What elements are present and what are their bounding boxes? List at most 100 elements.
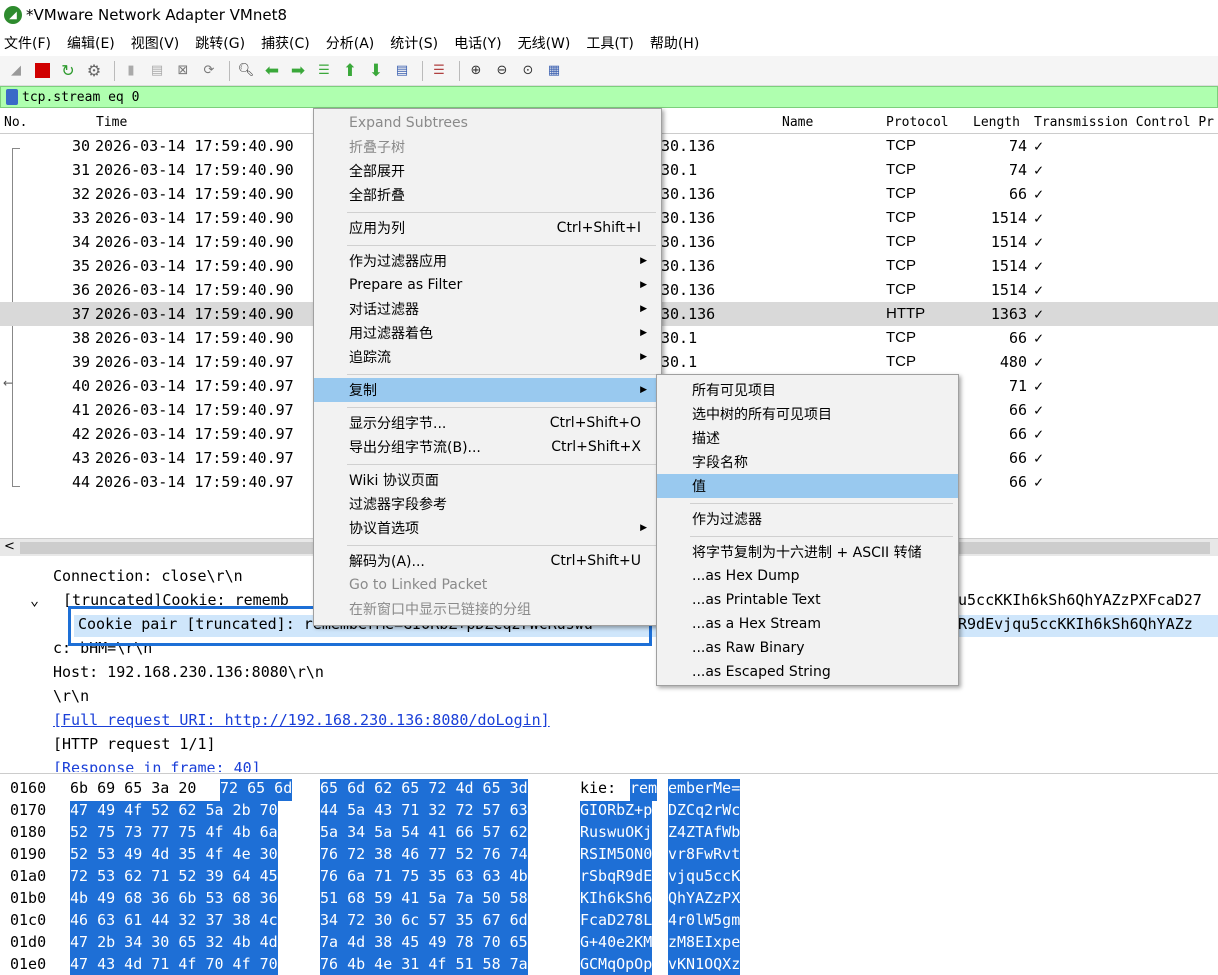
menu-item[interactable]: ...as Escaped String <box>657 660 958 684</box>
menu-file[interactable]: 文件(F) <box>4 31 51 55</box>
menu-item[interactable]: 值 <box>657 474 958 498</box>
hex-bytes-selected[interactable]: 46 63 61 44 32 37 38 4c <box>70 911 278 933</box>
hex-offset[interactable]: 0190 <box>10 845 46 867</box>
display-filter-bar[interactable]: tcp.stream eq 0 <box>0 86 1218 108</box>
menu-item[interactable]: Wiki 协议页面 <box>314 468 661 492</box>
menu-tools[interactable]: 工具(T) <box>586 31 633 55</box>
ascii-selected[interactable]: 4r0lW5gm <box>668 911 741 933</box>
menu-item[interactable]: 作为过滤器应用 ▶ <box>314 249 661 273</box>
hex-bytes-selected[interactable]: 5a 34 5a 54 41 66 57 62 <box>320 823 528 845</box>
hex-bytes-selected[interactable]: 52 75 73 77 75 4f 4b 6a <box>70 823 278 845</box>
ascii-selected[interactable]: GIORbZ+p <box>580 801 653 823</box>
display-filter-input[interactable]: tcp.stream eq 0 <box>22 90 139 105</box>
menu-item[interactable]: 导出分组字节流(B)... Ctrl+Shift+X <box>314 435 661 459</box>
ascii-selected[interactable]: QhYAZzPX <box>668 889 741 911</box>
restart-capture-icon[interactable]: ↻ <box>57 60 79 82</box>
hex-offset[interactable]: 01c0 <box>10 911 46 933</box>
go-forward-arrow-icon[interactable]: ➡ <box>287 60 309 82</box>
ascii-selected[interactable]: vjqu5ccK <box>668 867 741 889</box>
menu-item[interactable]: 过滤器字段参考 <box>314 492 661 516</box>
hex-offset[interactable]: 01e0 <box>10 955 46 975</box>
ascii-selected[interactable]: DZCq2rWc <box>668 801 741 823</box>
menu-item[interactable]: ...as a Hex Stream <box>657 612 958 636</box>
hex-offset[interactable]: 0160 <box>10 779 46 801</box>
capture-options-gear-icon[interactable]: ⚙ <box>83 60 105 82</box>
go-last-packet-icon[interactable]: ⬇ <box>365 60 387 82</box>
ascii-unselected[interactable]: kie: <box>580 779 616 801</box>
hex-offset[interactable]: 01b0 <box>10 889 46 911</box>
menu-item[interactable]: 所有可见项目 <box>657 378 958 402</box>
scroll-left-icon[interactable]: < <box>4 539 15 554</box>
menu-capture[interactable]: 捕获(C) <box>261 31 310 55</box>
hex-bytes-selected[interactable]: 4b 49 68 36 6b 53 68 36 <box>70 889 278 911</box>
menu-item[interactable]: Prepare as Filter ▶ <box>314 273 661 297</box>
auto-scroll-icon[interactable]: ▤ <box>391 60 413 82</box>
menu-item[interactable]: 追踪流 ▶ <box>314 345 661 369</box>
ascii-selected[interactable]: vr8FwRvt <box>668 845 741 867</box>
menu-item[interactable]: 对话过滤器 ▶ <box>314 297 661 321</box>
ascii-selected[interactable]: RSIM5ON0 <box>580 845 653 867</box>
menu-item[interactable]: 显示分组字节... Ctrl+Shift+O <box>314 411 661 435</box>
menu-item[interactable]: 全部折叠 <box>314 183 661 207</box>
menu-item[interactable]: 应用为列 Ctrl+Shift+I <box>314 216 661 240</box>
ascii-selected[interactable]: vKN1OQXz <box>668 955 741 975</box>
menu-edit[interactable]: 编辑(E) <box>67 31 115 55</box>
detail-response-in-link[interactable]: [Response in frame: 40] <box>53 759 261 772</box>
menu-view[interactable]: 视图(V) <box>131 31 180 55</box>
detail-host[interactable]: Host: 192.168.230.136:8080\r\n <box>53 663 324 681</box>
column-header-no[interactable]: No. <box>4 115 27 130</box>
menu-analyze[interactable]: 分析(A) <box>326 31 375 55</box>
stop-capture-icon[interactable] <box>31 60 53 82</box>
hex-offset[interactable]: 01a0 <box>10 867 46 889</box>
menu-item[interactable]: ...as Hex Dump <box>657 564 958 588</box>
reload-file-icon[interactable]: ⟳ <box>198 60 220 82</box>
hex-bytes-selected[interactable]: 72 53 62 71 52 39 64 45 <box>70 867 278 889</box>
menu-item[interactable]: 复制 ▶ <box>314 378 661 402</box>
hex-bytes-selected[interactable]: 65 6d 62 65 72 4d 65 3d <box>320 779 528 801</box>
ascii-selected[interactable]: KIh6kSh6 <box>580 889 653 911</box>
column-header-name[interactable]: Name <box>782 115 813 130</box>
hex-bytes-selected[interactable]: 72 65 6d <box>220 779 293 801</box>
ascii-selected[interactable]: G+40e2KM <box>580 933 653 955</box>
ascii-selected[interactable]: FcaD278L <box>580 911 653 933</box>
start-capture-icon[interactable]: ◢ <box>5 60 27 82</box>
hex-bytes-selected[interactable]: 47 49 4f 52 62 5a 2b 70 <box>70 801 278 823</box>
ascii-selected[interactable]: zM8EIxpe <box>668 933 741 955</box>
detail-http-request[interactable]: [HTTP request 1/1] <box>53 735 216 753</box>
hex-offset[interactable]: 0180 <box>10 823 46 845</box>
menu-item[interactable]: 协议首选项 ▶ <box>314 516 661 540</box>
menu-item[interactable]: ...as Raw Binary <box>657 636 958 660</box>
save-file-icon[interactable]: ▤ <box>146 60 168 82</box>
find-packet-icon[interactable]: 🔍︎ <box>235 60 257 82</box>
go-back-arrow-icon[interactable]: ⬅ <box>261 60 283 82</box>
detail-full-uri-link[interactable]: [Full request URI: http://192.168.230.13… <box>53 711 550 729</box>
ascii-selected[interactable]: emberMe= <box>668 779 741 801</box>
hex-bytes-selected[interactable]: 34 72 30 6c 57 35 67 6d <box>320 911 528 933</box>
column-header-time[interactable]: Time <box>96 115 127 130</box>
column-header-length[interactable]: Length <box>973 115 1020 130</box>
menu-wireless[interactable]: 无线(W) <box>518 31 571 55</box>
close-file-icon[interactable]: ⊠ <box>172 60 194 82</box>
menu-go[interactable]: 跳转(G) <box>195 31 245 55</box>
colorize-icon[interactable]: ☰ <box>428 60 450 82</box>
column-header-tcp[interactable]: Transmission Control Pr <box>1034 115 1214 130</box>
open-file-icon[interactable]: ▮ <box>120 60 142 82</box>
detail-crlf[interactable]: \r\n <box>53 687 89 705</box>
go-to-packet-icon[interactable]: ☰ <box>313 60 335 82</box>
hex-bytes-unselected[interactable]: 6b 69 65 3a 20 <box>70 779 196 801</box>
menu-help[interactable]: 帮助(H) <box>650 31 699 55</box>
menu-item[interactable]: 用过滤器着色 ▶ <box>314 321 661 345</box>
menu-item[interactable]: ...as Printable Text <box>657 588 958 612</box>
ascii-selected[interactable]: rSbqR9dE <box>580 867 653 889</box>
hex-bytes-selected[interactable]: 47 2b 34 30 65 32 4b 4d <box>70 933 278 955</box>
menu-item[interactable]: 作为过滤器 <box>657 507 958 531</box>
menu-item[interactable]: 选中树的所有可见项目 <box>657 402 958 426</box>
zoom-in-icon[interactable]: ⊕ <box>465 60 487 82</box>
column-header-protocol[interactable]: Protocol <box>886 115 949 130</box>
bookmark-icon[interactable] <box>6 89 18 105</box>
menu-item[interactable]: 全部展开 <box>314 159 661 183</box>
zoom-out-icon[interactable]: ⊖ <box>491 60 513 82</box>
hex-bytes-selected[interactable]: 52 53 49 4d 35 4f 4e 30 <box>70 845 278 867</box>
ascii-selected[interactable]: Z4ZTAfWb <box>668 823 741 845</box>
hex-offset[interactable]: 0170 <box>10 801 46 823</box>
